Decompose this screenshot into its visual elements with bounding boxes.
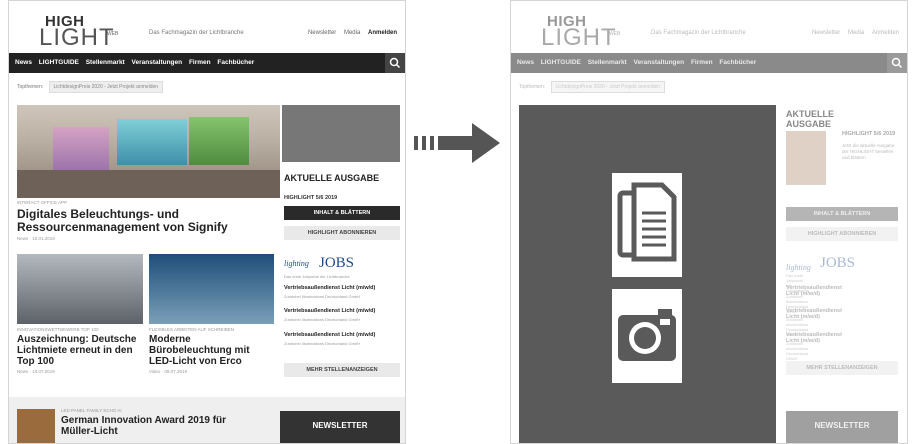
login-link-faded: Anmelden bbox=[871, 30, 899, 36]
card2-meta: Video · 09.07.2019 bbox=[149, 369, 187, 374]
browse-issue-button[interactable]: INHALT & BLÄTTERN bbox=[284, 206, 400, 220]
nav-item-firmen[interactable]: Firmen bbox=[189, 59, 211, 66]
office-photo[interactable] bbox=[149, 254, 274, 324]
newsletter-box[interactable]: NEWSLETTER bbox=[280, 411, 400, 443]
current-issue-heading: AKTUELLE AUSGABE bbox=[284, 173, 380, 183]
nav-item-lightguide-faded: LIGHTGUIDE bbox=[540, 59, 581, 66]
top-links: Newsletter Media Anmelden bbox=[302, 30, 397, 36]
card1-headline[interactable]: Auszeichnung: Deutsche Lichtmiete erneut… bbox=[17, 334, 143, 367]
jobs-logo[interactable]: JOBS bbox=[319, 255, 354, 272]
award-kicker: LED PANEL FAMILY ECHO AI bbox=[61, 408, 122, 413]
browse-issue-button-faded: INHALT & BLÄTTERN bbox=[786, 207, 898, 221]
site-header-faded: HIGH LIGHT WEB Das Fachmagazin der Licht… bbox=[511, 1, 907, 51]
main-nav: News LIGHTGUIDE Stellenmarkt Veranstaltu… bbox=[9, 53, 405, 73]
job-company-1: Zumtobel Illuminations Deutschland GmbH bbox=[284, 294, 361, 299]
issue-name: HIGHLIGHT 5/6 2019 bbox=[284, 195, 338, 201]
camera-icon bbox=[612, 289, 682, 383]
job-company-3-faded: Zumtobel Illuminations Deutschland GmbH bbox=[786, 341, 809, 361]
newsletter-box-faded: NEWSLETTER bbox=[786, 411, 898, 443]
site-tagline-faded: Das Fachmagazin der Lichtbranche bbox=[651, 30, 746, 36]
nav-item-lightguide[interactable]: LIGHTGUIDE bbox=[39, 59, 79, 66]
hero-meta: News · 10.01.2019 bbox=[17, 236, 55, 241]
login-link[interactable]: Anmelden bbox=[368, 30, 397, 36]
award-thumbnail[interactable] bbox=[17, 409, 55, 443]
logo-word-light: LIGHT bbox=[39, 24, 115, 51]
current-issue-heading-faded: AKTUELLE AUSGABE bbox=[786, 109, 834, 129]
more-jobs-button[interactable]: MEHR STELLENANZEIGEN bbox=[284, 363, 400, 377]
nav-item-firmen-faded: Firmen bbox=[690, 59, 713, 66]
hero-headline[interactable]: Digitales Beleuchtungs- und Ressourcenma… bbox=[17, 208, 277, 234]
award-photo[interactable] bbox=[17, 254, 143, 324]
jobs-tagline: Das erste Jobportal der Lichtbranche bbox=[284, 274, 350, 279]
jobs-logo-small-faded: lighting bbox=[786, 263, 811, 272]
website-screenshot-original: HIGH LIGHT WEB Das Fachmagazin der Licht… bbox=[8, 0, 406, 444]
newsletter-link-faded: Newsletter bbox=[811, 30, 841, 36]
media-link[interactable]: Media bbox=[344, 30, 360, 36]
subscribe-button-faded: HIGHLIGHT ABONNIEREN bbox=[786, 227, 898, 241]
media-link-faded: Media bbox=[847, 30, 865, 36]
topics-label: Topthemen: bbox=[17, 84, 44, 90]
card2-headline[interactable]: Moderne Bürobeleuchtung mit LED-Licht vo… bbox=[149, 334, 274, 367]
job-title-2[interactable]: Vertriebsaußendienst Licht (m/w/d) bbox=[284, 308, 375, 314]
nav-item-veranstaltungen[interactable]: Veranstaltungen bbox=[132, 59, 183, 66]
card1-meta: News · 10.07.2019 bbox=[17, 369, 55, 374]
card2-kicker: FLEXIBLES ARBEITEN AUF SCHREIBEN bbox=[149, 327, 235, 332]
website-screenshot-placeholder: HIGH LIGHT WEB Das Fachmagazin der Licht… bbox=[510, 0, 908, 444]
topics-bar-faded: Topthemen: LichtdesignPreis 2020 - Jetzt… bbox=[519, 81, 666, 93]
document-copy-icon bbox=[612, 173, 682, 277]
logo-word-light-faded: LIGHT bbox=[541, 24, 617, 51]
search-button[interactable] bbox=[385, 53, 405, 73]
issue-blurb-faded: Jetzt die aktuelle Ausgabe der HIGHLIGHT… bbox=[842, 143, 895, 160]
highlight-logo-faded: HIGH LIGHT WEB bbox=[533, 13, 620, 51]
more-jobs-button-faded: MEHR STELLENANZEIGEN bbox=[786, 361, 898, 375]
nav-item-fachbuecher[interactable]: Fachbücher bbox=[217, 59, 254, 66]
search-button-faded bbox=[887, 53, 907, 73]
nav-item-fachbuecher-faded: Fachbücher bbox=[719, 59, 757, 66]
issue-cover-faded bbox=[786, 131, 826, 185]
search-icon bbox=[891, 57, 903, 69]
nav-item-stellenmarkt-faded: Stellenmarkt bbox=[587, 59, 627, 66]
nav-item-news-faded: News bbox=[517, 59, 534, 66]
job-company-2: Zumtobel Illuminations Deutschland GmbH bbox=[284, 317, 361, 322]
job-title-1[interactable]: Vertriebsaußendienst Licht (m/w/d) bbox=[284, 285, 375, 291]
newsletter-link[interactable]: Newsletter bbox=[308, 30, 336, 36]
right-arrow-icon bbox=[414, 123, 500, 163]
main-nav-faded: News LIGHTGUIDE Stellenmarkt Veranstaltu… bbox=[511, 53, 907, 73]
subscribe-button[interactable]: HIGHLIGHT ABONNIEREN bbox=[284, 226, 400, 240]
issue-name-faded: HIGHLIGHT 5/6 2019 bbox=[842, 131, 896, 137]
topic-tag[interactable]: LichtdesignPreis 2020 - Jetzt Projekt an… bbox=[48, 81, 164, 93]
award-headline[interactable]: German Innovation Award 2019 für Müller-… bbox=[61, 415, 261, 437]
hero-image[interactable] bbox=[17, 105, 280, 198]
image-placeholder-area bbox=[519, 105, 776, 443]
highlight-logo[interactable]: HIGH LIGHT WEB bbox=[31, 13, 118, 51]
ad-placeholder bbox=[282, 105, 400, 162]
nav-item-news[interactable]: News bbox=[15, 59, 32, 66]
search-icon bbox=[389, 57, 401, 69]
logo-suffix: WEB bbox=[107, 31, 119, 37]
topics-label-faded: Topthemen: bbox=[519, 84, 546, 90]
site-header: HIGH LIGHT WEB Das Fachmagazin der Licht… bbox=[9, 1, 405, 51]
topics-bar: Topthemen: LichtdesignPreis 2020 - Jetzt… bbox=[17, 81, 164, 93]
site-tagline: Das Fachmagazin der Lichtbranche bbox=[149, 30, 244, 36]
top-links-faded: Newsletter Media Anmelden bbox=[806, 30, 899, 36]
nav-item-veranstaltungen-faded: Veranstaltungen bbox=[633, 59, 685, 66]
nav-item-stellenmarkt[interactable]: Stellenmarkt bbox=[86, 59, 125, 66]
jobs-logo-faded: JOBS bbox=[820, 255, 856, 271]
logo-suffix-faded: WEB bbox=[609, 31, 621, 37]
jobs-logo-small: lighting bbox=[284, 259, 309, 268]
topic-tag-faded: LichtdesignPreis 2020 - Jetzt Projekt an… bbox=[550, 81, 666, 93]
card1-kicker: INNOVATIONSWETTBEWERB TOP 100 bbox=[17, 327, 99, 332]
job-company-3: Zumtobel Illuminations Deutschland GmbH bbox=[284, 341, 361, 346]
hero-kicker: INTERACT OFFICE APP bbox=[17, 200, 68, 205]
job-title-3[interactable]: Vertriebsaußendienst Licht (m/w/d) bbox=[284, 332, 375, 338]
